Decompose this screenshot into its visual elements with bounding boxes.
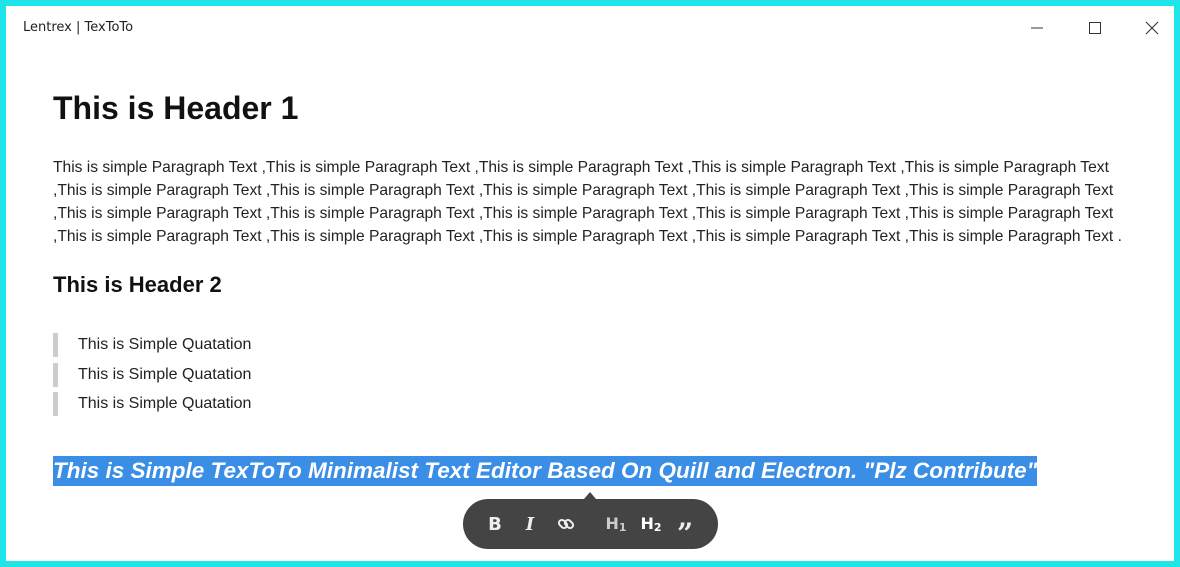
italic-icon: I [525,513,535,535]
minimize-button[interactable] [1009,6,1065,50]
app-window: Lentrex | TexToTo This is Header 1 This … [0,0,1180,567]
italic-button[interactable]: I [518,512,542,536]
maximize-button[interactable] [1067,6,1123,50]
h2-icon: H2 [640,514,662,534]
header-1[interactable]: This is Header 1 [53,90,298,127]
blockquote[interactable]: This is Simple Quatation [53,333,251,357]
bold-icon: B [488,513,502,535]
blockquote[interactable]: This is Simple Quatation [53,363,251,387]
blockquote[interactable]: This is Simple Quatation [53,392,251,416]
paragraph[interactable]: This is simple Paragraph Text ,This is s… [53,156,1133,248]
h1-icon: H1 [605,514,627,534]
bold-button[interactable]: B [483,512,507,536]
link-icon [557,518,575,530]
toolbar-pointer [584,492,596,499]
close-button[interactable] [1124,6,1180,50]
window-title: Lentrex | TexToTo [23,20,134,35]
minimize-icon [1031,27,1043,29]
selected-text[interactable]: This is Simple TexToTo Minimalist Text E… [53,456,1038,486]
format-toolbar: B I H1 H2 ” [463,499,718,549]
title-bar[interactable]: Lentrex | TexToTo [6,6,1174,50]
link-button[interactable] [554,512,578,536]
blockquote-button[interactable]: ” [673,512,697,550]
quote-icon: ” [676,517,694,550]
maximize-icon [1089,22,1101,34]
header-1-button[interactable]: H1 [603,512,629,536]
header-2[interactable]: This is Header 2 [53,272,222,298]
close-icon [1145,21,1159,35]
header-2-button[interactable]: H2 [638,512,664,536]
